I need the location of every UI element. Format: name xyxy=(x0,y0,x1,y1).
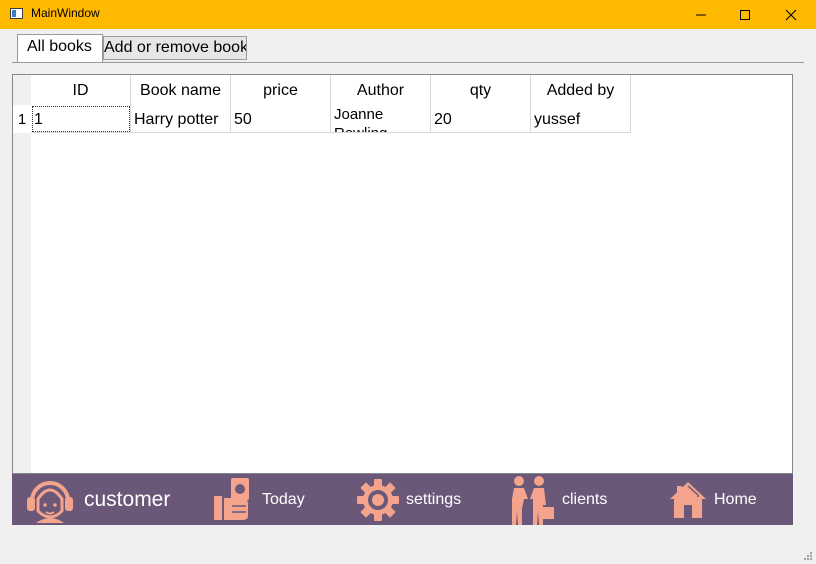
window-title: MainWindow xyxy=(31,6,100,20)
table-cell-book-name[interactable]: Harry potter xyxy=(131,105,231,133)
headset-woman-icon xyxy=(27,480,73,523)
gear-icon xyxy=(357,478,399,521)
minimize-button[interactable] xyxy=(678,0,724,29)
nav-clients[interactable]: clients xyxy=(508,474,607,525)
maximize-button[interactable] xyxy=(722,0,768,29)
close-button[interactable] xyxy=(768,0,814,29)
vertical-header xyxy=(13,75,31,473)
tab-all-books[interactable]: All books xyxy=(17,34,103,62)
row-header[interactable]: 1 xyxy=(13,105,31,133)
hand-money-icon xyxy=(214,477,249,520)
nav-customer-label: customer xyxy=(84,487,171,511)
nav-clients-label: clients xyxy=(562,490,608,508)
nav-customer[interactable]: customer xyxy=(24,474,170,525)
maximize-icon xyxy=(740,9,750,20)
nav-today[interactable]: Today xyxy=(212,474,305,525)
column-header-author[interactable]: Author xyxy=(331,75,431,105)
column-header-qty[interactable]: qty xyxy=(431,75,531,105)
books-table[interactable]: ID Book name price Author qty Added by 1… xyxy=(12,74,793,474)
house-icon xyxy=(670,481,706,518)
handshake-icon xyxy=(512,475,554,525)
tab-add-remove-books[interactable]: Add or remove books xyxy=(103,36,247,60)
bottom-nav: customer Today settings clients Home xyxy=(12,474,793,525)
table-cell-id[interactable]: 1 xyxy=(31,105,131,133)
resize-grip-icon[interactable] xyxy=(803,551,813,561)
nav-settings[interactable]: settings xyxy=(356,474,461,525)
column-header-price[interactable]: price xyxy=(231,75,331,105)
column-header-added-by[interactable]: Added by xyxy=(531,75,631,105)
nav-settings-label: settings xyxy=(406,490,462,508)
tab-divider xyxy=(12,62,804,63)
nav-home-label: Home xyxy=(714,490,757,508)
column-header-id[interactable]: ID xyxy=(31,75,131,105)
nav-home[interactable]: Home xyxy=(668,474,757,525)
close-icon xyxy=(785,9,797,20)
title-bar[interactable]: MainWindow xyxy=(0,0,816,29)
table-cell-qty[interactable]: 20 xyxy=(431,105,531,133)
app-window-icon xyxy=(10,8,23,19)
table-cell-added-by[interactable]: yussef xyxy=(531,105,631,133)
table-cell-author[interactable]: Joanne Rowling xyxy=(331,105,431,133)
table-cell-price[interactable]: 50 xyxy=(231,105,331,133)
column-header-book-name[interactable]: Book name xyxy=(131,75,231,105)
nav-today-label: Today xyxy=(262,490,305,508)
minimize-icon xyxy=(696,14,706,15)
